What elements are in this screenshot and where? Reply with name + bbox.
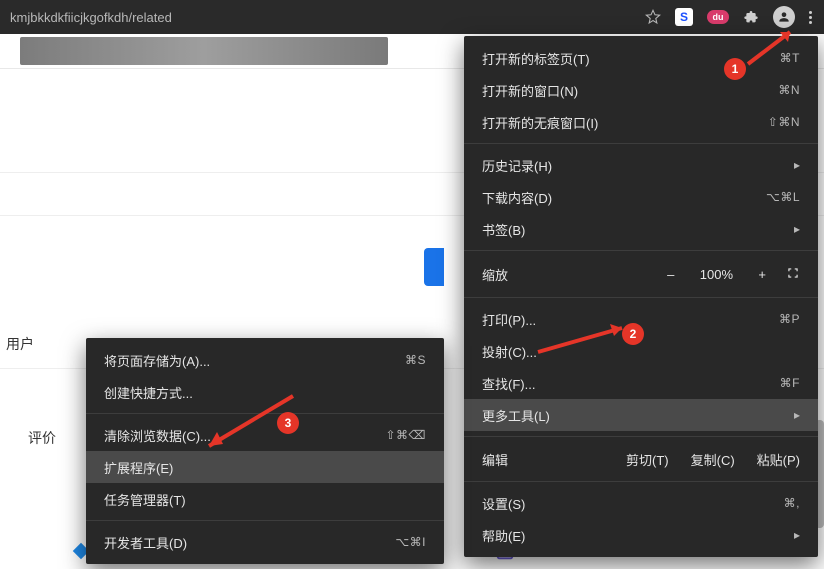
- menu-edit-row: 编辑 剪切(T) 复制(C) 粘贴(P): [464, 442, 818, 476]
- zoom-out-button[interactable]: –: [667, 267, 674, 282]
- menu-new-tab[interactable]: 打开新的标签页(T)⌘T: [464, 42, 818, 74]
- profile-avatar-icon[interactable]: [773, 6, 795, 28]
- blue-button[interactable]: [424, 248, 444, 286]
- rating-heading: 评价: [28, 428, 56, 448]
- menu-incognito[interactable]: 打开新的无痕窗口(I)⇧⌘N: [464, 106, 818, 138]
- browser-toolbar: kmjbkkdkfiicjkgofkdh/related S du: [0, 0, 824, 34]
- chevron-right-icon: ▸: [794, 408, 800, 422]
- submenu-clear-data[interactable]: 清除浏览数据(C)...⇧⌘⌫: [86, 419, 444, 451]
- submenu-save-as[interactable]: 将页面存储为(A)...⌘S: [86, 344, 444, 376]
- chrome-main-menu: 打开新的标签页(T)⌘T 打开新的窗口(N)⌘N 打开新的无痕窗口(I)⇧⌘N …: [464, 36, 818, 557]
- chevron-right-icon: ▸: [794, 222, 800, 236]
- menu-copy[interactable]: 复制(C): [691, 450, 735, 469]
- menu-help[interactable]: 帮助(E)▸: [464, 519, 818, 551]
- menu-paste[interactable]: 粘贴(P): [757, 450, 800, 469]
- menu-history[interactable]: 历史记录(H)▸: [464, 149, 818, 181]
- menu-zoom: 缩放 – 100% +: [464, 256, 818, 292]
- more-tools-submenu: 将页面存储为(A)...⌘S 创建快捷方式... 清除浏览数据(C)...⇧⌘⌫…: [86, 338, 444, 564]
- chrome-menu-button[interactable]: [809, 11, 812, 24]
- submenu-extensions[interactable]: 扩展程序(E): [86, 451, 444, 483]
- menu-bookmarks[interactable]: 书签(B)▸: [464, 213, 818, 245]
- address-bar[interactable]: kmjbkkdkfiicjkgofkdh/related: [6, 10, 645, 25]
- extension-du-icon[interactable]: du: [707, 10, 729, 24]
- extensions-puzzle-icon[interactable]: [743, 9, 759, 25]
- annotation-badge-3: 3: [277, 412, 299, 434]
- fullscreen-icon[interactable]: [786, 266, 800, 283]
- redacted-title: [20, 37, 388, 65]
- users-heading: 用户: [6, 334, 34, 354]
- menu-settings[interactable]: 设置(S)⌘,: [464, 487, 818, 519]
- submenu-task-manager[interactable]: 任务管理器(T): [86, 483, 444, 515]
- chevron-right-icon: ▸: [794, 158, 800, 172]
- zoom-in-button[interactable]: +: [758, 267, 766, 282]
- zoom-percent: 100%: [694, 267, 738, 282]
- menu-find[interactable]: 查找(F)...⌘F: [464, 367, 818, 399]
- menu-downloads[interactable]: 下载内容(D)⌥⌘L: [464, 181, 818, 213]
- menu-new-window[interactable]: 打开新的窗口(N)⌘N: [464, 74, 818, 106]
- annotation-badge-1: 1: [724, 58, 746, 80]
- submenu-dev-tools[interactable]: 开发者工具(D)⌥⌘I: [86, 526, 444, 558]
- submenu-create-shortcut[interactable]: 创建快捷方式...: [86, 376, 444, 408]
- menu-cut[interactable]: 剪切(T): [626, 450, 669, 469]
- menu-more-tools[interactable]: 更多工具(L)▸: [464, 399, 818, 431]
- annotation-badge-2: 2: [622, 323, 644, 345]
- bookmark-star-icon[interactable]: [645, 9, 661, 25]
- extension-s-icon[interactable]: S: [675, 8, 693, 26]
- chevron-right-icon: ▸: [794, 528, 800, 542]
